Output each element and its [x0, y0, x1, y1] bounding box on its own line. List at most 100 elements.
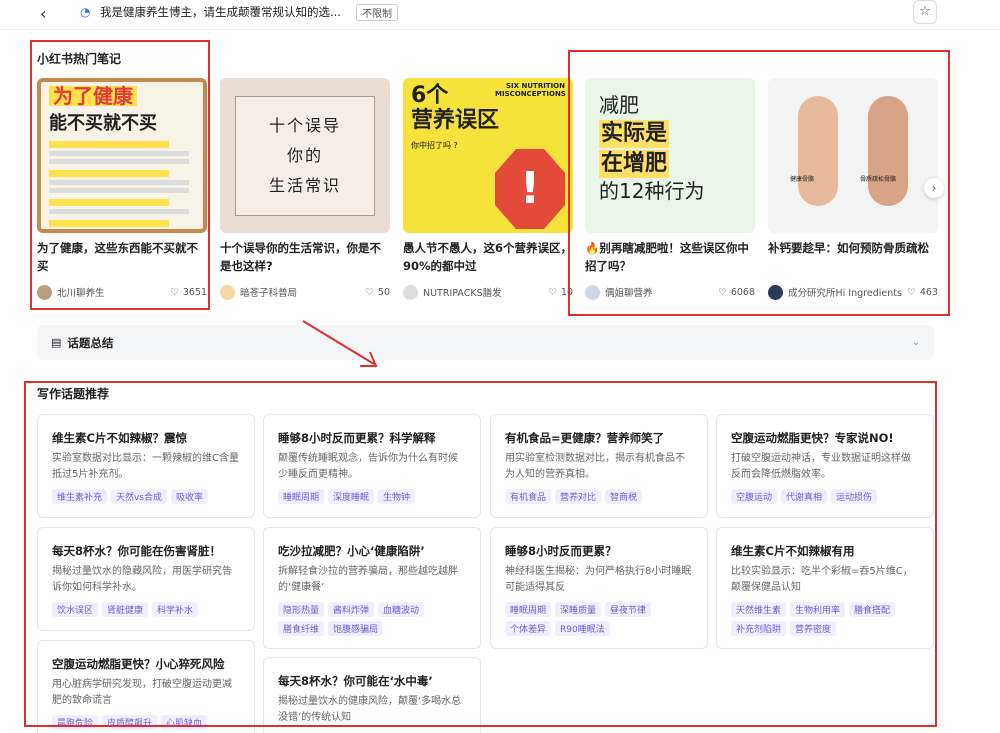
note-author[interactable]: NUTRIPACKS膳发 [423, 285, 548, 299]
note-card[interactable]: 减肥 实际是 在增肥 的12种行为 🔥别再瞎减肥啦！这些误区你中招了吗？ 偶姐聊… [585, 78, 755, 300]
note-card[interactable]: 健康骨骼 骨质疏松骨骼 补钙要趁早：如何预防骨质疏松 成分研究所Hi Ingre… [768, 78, 938, 300]
topic-tags: 维生素补充 天然vs合成 吸收率 [52, 489, 240, 504]
topic-summary-toggle[interactable]: ▤ 话题总结 ⌄ [37, 325, 934, 360]
topic-tag[interactable]: 饮水误区 [52, 602, 99, 617]
topic-tag[interactable]: 血糖波动 [378, 602, 425, 617]
query-icon: ◔ [80, 5, 91, 19]
topic-tag[interactable]: 个体差异 [505, 621, 552, 636]
topic-tag[interactable]: R90睡眠法 [555, 621, 610, 636]
topic-tag[interactable]: 代谢真相 [781, 489, 828, 504]
topic-tag[interactable]: 吸收率 [171, 489, 209, 504]
avatar[interactable] [220, 284, 235, 300]
note-likes[interactable]: ♡ 6068 [718, 287, 755, 298]
thumb-frame: 十个误导 你的 生活常识 [235, 95, 375, 216]
avatar[interactable] [403, 284, 418, 300]
topic-tag[interactable]: 心肌缺血 [161, 715, 208, 730]
topic-tag[interactable]: 晨跑危险 [52, 715, 99, 730]
note-meta: 成分研究所Hi Ingredients ♡ 463 [768, 283, 938, 301]
warning-sign-icon: ! [495, 149, 565, 229]
thumb-text-line [49, 230, 189, 233]
topic-tag[interactable]: 补充剂陷阱 [731, 621, 787, 636]
topic-tag[interactable]: 睡眠周期 [278, 489, 325, 504]
heart-icon: ♡ [718, 286, 727, 298]
thumb-highlight-line [49, 220, 169, 227]
note-title[interactable]: 愚人节不愚人，这6个营养误区，90%的都中过 [403, 239, 573, 275]
note-card[interactable]: 为了健康 能不买就不买 为了健康，这些东西能不买就不买 北川聊养生 ♡ 3651 [37, 78, 207, 300]
topic-tag[interactable]: 皮质醇飙升 [102, 715, 158, 730]
topic-tag[interactable]: 昼夜节律 [605, 602, 652, 617]
likes-count: 6068 [730, 286, 755, 298]
topic-tag[interactable]: 运动损伤 [831, 489, 878, 504]
topic-tag[interactable]: 隐形热量 [278, 602, 325, 617]
carousel-next-icon[interactable]: › [924, 178, 944, 198]
topic-tag[interactable]: 营养对比 [555, 489, 602, 504]
topic-tag[interactable]: 膳食纤维 [278, 621, 325, 636]
thumb-line: 你的 [286, 145, 323, 165]
topic-tags: 天然维生素 生物利用率 膳食搭配 补充剂陷阱 营养密度 [731, 602, 919, 636]
thumb-big-text: 营养误区 [411, 108, 500, 133]
topic-tags: 空腹运动 代谢真相 运动损伤 [731, 489, 919, 504]
note-title[interactable]: 为了健康，这些东西能不买就不买 [37, 239, 207, 275]
note-card[interactable]: 十个误导 你的 生活常识 十个误导你的生活常识，你是不是也这样? 暗苍子科普局 … [220, 78, 390, 300]
topic-tag[interactable]: 睡眠周期 [505, 602, 552, 617]
star-icon[interactable]: ☆ [913, 0, 937, 24]
topic-card[interactable]: 吃沙拉减肥？小心‘健康陷阱’ 拆解轻食沙拉的营养骗局，那些越吃越胖的‘健康餐’ … [263, 527, 481, 649]
topic-card-desc: 用实验室检测数据对比，揭示有机食品不为人知的营养真相。 [505, 453, 685, 480]
topic-card[interactable]: 睡够8小时反而更累？ 神经科医生揭秘：为何严格执行8小时睡眠可能适得其反 睡眠周… [490, 527, 708, 649]
avatar[interactable] [768, 284, 783, 300]
avatar[interactable] [585, 284, 600, 300]
topic-card[interactable]: 空腹运动燃脂更快？专家说NO! 打破空腹运动神话，专业数据证明这样做反而会降低燃… [716, 414, 934, 518]
note-likes[interactable]: ♡ 463 [907, 287, 938, 298]
note-meta: 偶姐聊营养 ♡ 6068 [585, 283, 755, 301]
heart-icon: ♡ [548, 286, 557, 298]
topic-tag[interactable]: 生物利用率 [790, 602, 846, 617]
topic-card[interactable]: 每天8杯水？你可能在伤害肾脏！ 揭秘过量饮水的隐藏风险，用医学研究告诉你如何科学… [37, 527, 255, 631]
thumb-line: 的12种行为 [599, 179, 705, 203]
note-card[interactable]: SIX NUTRITION MISCONCEPTIONS 6个 营养误区 你中招… [403, 78, 573, 300]
topic-tag[interactable]: 维生素补充 [52, 489, 108, 504]
topic-tag[interactable]: 空腹运动 [731, 489, 778, 504]
topic-card[interactable]: 有机食品=更健康？营养师笑了 用实验室检测数据对比，揭示有机食品不为人知的营养真… [490, 414, 708, 518]
note-title[interactable]: 十个误导你的生活常识，你是不是也这样? [220, 239, 390, 275]
thumb-highlight-line [49, 199, 169, 206]
topic-card-desc: 拆解轻食沙拉的营养骗局，那些越吃越胖的‘健康餐’ [278, 566, 458, 593]
note-title[interactable]: 🔥别再瞎减肥啦！这些误区你中招了吗？ [585, 239, 755, 275]
topic-summary-label: 话题总结 [67, 335, 114, 350]
limit-badge[interactable]: 不限制 [356, 3, 398, 21]
thumb-text-line [49, 188, 189, 193]
thumb-label: 骨质疏松骨骼 [860, 176, 897, 183]
topic-card-desc: 颠覆传统睡眠观念，告诉你为什么有时候少睡反而更精神。 [278, 453, 458, 480]
note-author[interactable]: 北川聊养生 [57, 285, 170, 299]
search-query-bar[interactable]: ◔ 我是健康养生博主，请生成颠覆常规认知的选... 不限制 [80, 1, 480, 23]
topic-card[interactable]: 维生素C片不如辣椒？震惊 实验室数据对比显示：一颗辣椒的维C含量抵过5片补充剂。… [37, 414, 255, 518]
topic-card[interactable]: 每天8杯水？你可能在‘水中毒’ 揭秘过量饮水的健康风险，颠覆‘多喝水总没错’的传… [263, 657, 481, 733]
note-likes[interactable]: ♡ 50 [365, 287, 390, 298]
topic-tag[interactable]: 有机食品 [505, 489, 552, 504]
topic-tag[interactable]: 营养密度 [790, 621, 837, 636]
thumb-small-text: SIX NUTRITION MISCONCEPTIONS [495, 82, 566, 98]
topic-tag[interactable]: 深睡质量 [555, 602, 602, 617]
topic-tag[interactable]: 天然维生素 [731, 602, 787, 617]
topic-card[interactable]: 睡够8小时反而更累？科学解释 颠覆传统睡眠观念，告诉你为什么有时候少睡反而更精神… [263, 414, 481, 518]
topic-tag[interactable]: 酱料炸弹 [328, 602, 375, 617]
note-author[interactable]: 暗苍子科普局 [240, 285, 365, 299]
note-author[interactable]: 偶姐聊营养 [605, 285, 718, 299]
note-author[interactable]: 成分研究所Hi Ingredients [788, 285, 907, 299]
note-title[interactable]: 补钙要趁早：如何预防骨质疏松 [768, 239, 938, 275]
topic-card[interactable]: 空腹运动燃脂更快？小心猝死风险 用心脏病学研究发现，打破空腹运动更减肥的致命谎言… [37, 640, 255, 733]
thumb-line: 减肥 [599, 93, 639, 117]
topic-tag[interactable]: 科学补水 [152, 602, 199, 617]
topic-tag[interactable]: 深度睡眠 [328, 489, 375, 504]
topic-tag[interactable]: 肾脏健康 [102, 602, 149, 617]
topic-tag[interactable]: 膳食搭配 [849, 602, 896, 617]
topic-tag[interactable]: 饱腹感骗局 [328, 621, 384, 636]
topic-tag[interactable]: 生物钟 [378, 489, 416, 504]
topic-card-title: 空腹运动燃脂更快？小心猝死风险 [52, 657, 225, 671]
topic-tag[interactable]: 智商税 [605, 489, 643, 504]
note-likes[interactable]: ♡ 10 [548, 287, 573, 298]
note-likes[interactable]: ♡ 3651 [170, 287, 207, 298]
topic-tag[interactable]: 天然vs合成 [111, 489, 168, 504]
topic-card[interactable]: 维生素C片不如辣椒有用 比较实验显示：吃半个彩椒=吞5片维C，颠覆保健品认知 天… [716, 527, 934, 649]
back-icon[interactable]: ‹ [40, 4, 60, 24]
avatar[interactable] [37, 284, 52, 300]
